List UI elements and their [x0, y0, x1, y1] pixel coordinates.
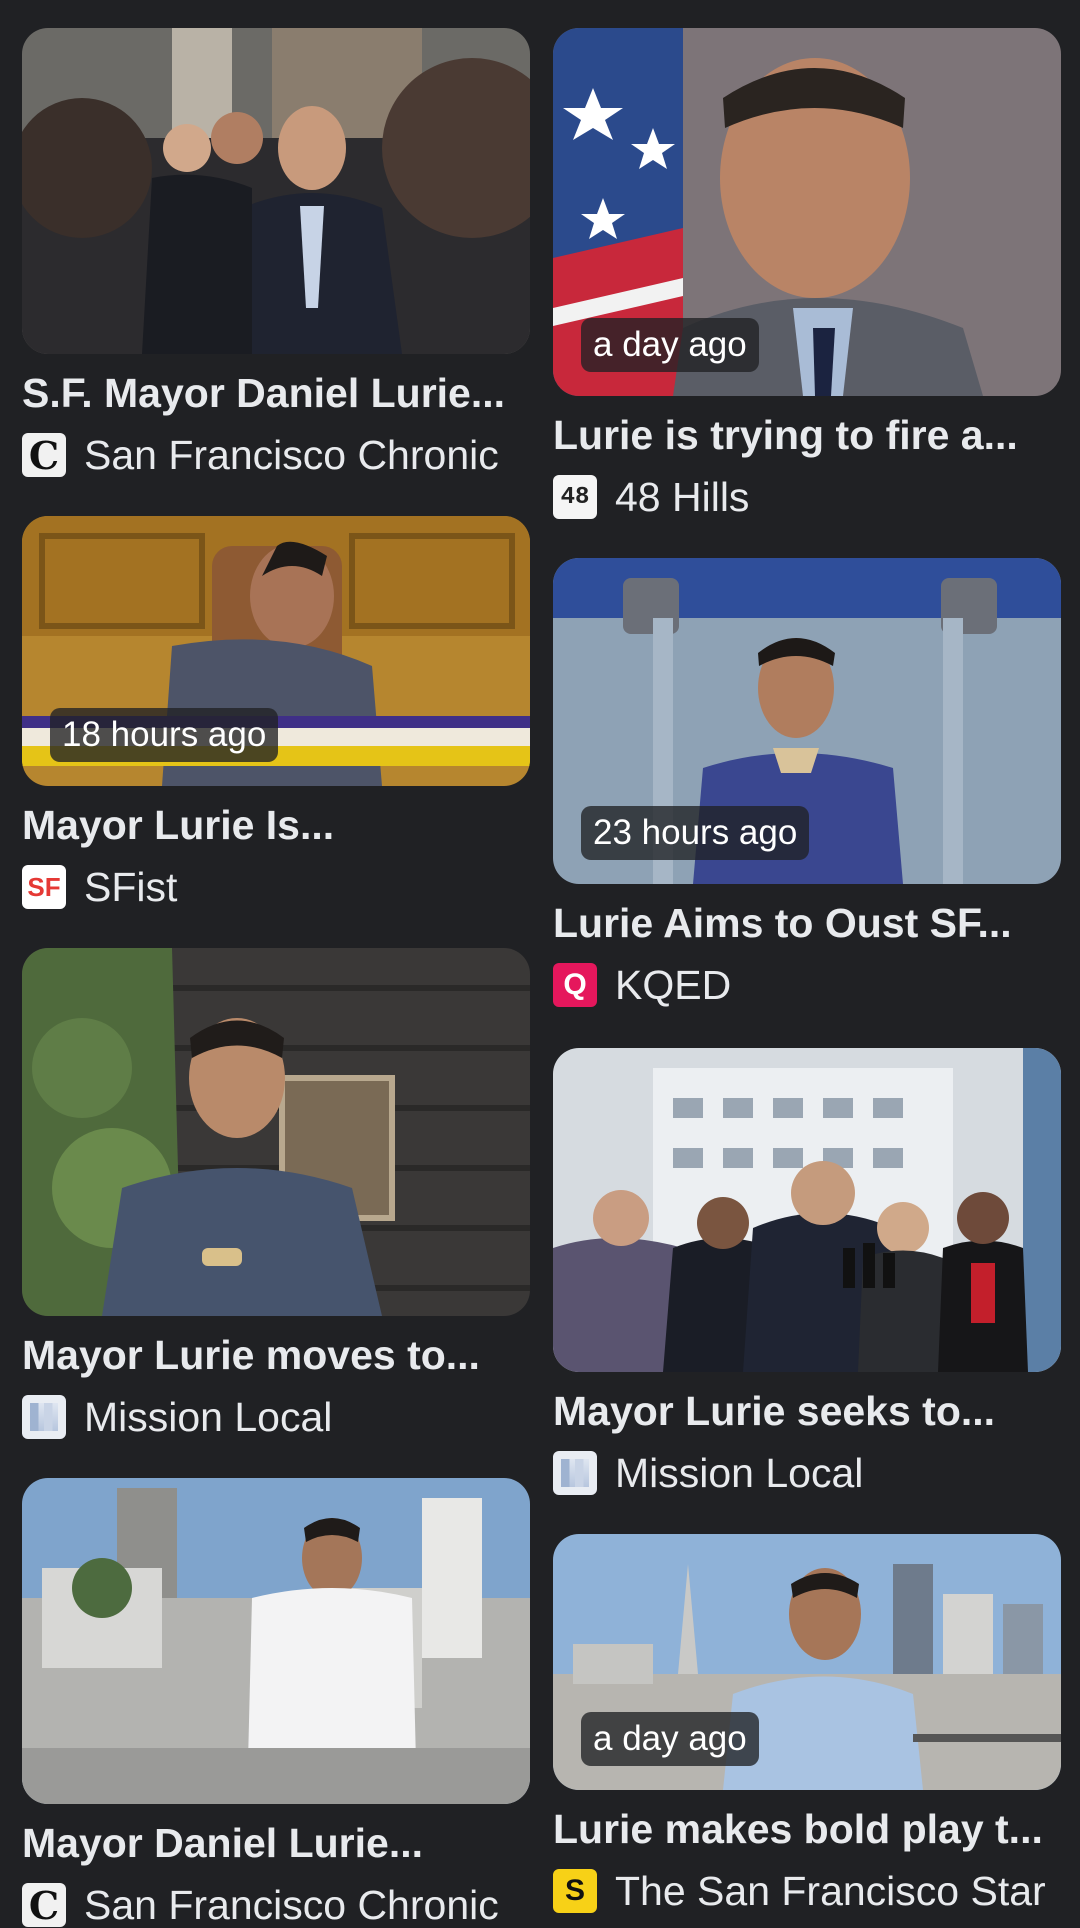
mission-local-favicon-icon [22, 1395, 66, 1439]
news-thumbnail[interactable]: a day ago [553, 1534, 1061, 1790]
source-name: 48 Hills [615, 474, 750, 520]
news-title[interactable]: Mayor Lurie Is... [22, 800, 532, 850]
time-badge: 18 hours ago [50, 708, 279, 762]
news-title[interactable]: Mayor Daniel Lurie... [22, 1818, 532, 1868]
press-conference-photo [553, 1048, 1061, 1372]
mission-local-logo-icon [30, 1403, 58, 1431]
news-card[interactable]: 18 hours ago Mayor Lurie Is... SF SFist [22, 516, 530, 912]
news-title[interactable]: Lurie Aims to Oust SF... [553, 898, 1063, 948]
news-source: Mission Local [553, 1448, 1063, 1498]
kqed-favicon-icon: Q [553, 963, 597, 1007]
news-card[interactable]: a day ago Lurie is trying to fire a... 4… [553, 28, 1061, 522]
news-thumbnail[interactable] [22, 948, 530, 1316]
source-name: SFist [84, 864, 178, 910]
sfist-favicon-icon: SF [22, 865, 66, 909]
news-thumbnail[interactable]: 18 hours ago [22, 516, 530, 786]
source-name: Mission Local [84, 1394, 333, 1440]
mission-local-favicon-icon [553, 1451, 597, 1495]
source-name: San Francisco Chronic [84, 1882, 499, 1928]
news-title[interactable]: Lurie is trying to fire a... [553, 410, 1063, 460]
news-image-grid: S.F. Mayor Daniel Lurie... C San Francis… [0, 0, 1080, 1928]
news-source: S The San Francisco Star [553, 1866, 1063, 1916]
source-name: The San Francisco Star [615, 1868, 1046, 1914]
news-title[interactable]: Mayor Lurie seeks to... [553, 1386, 1063, 1436]
news-thumbnail[interactable] [553, 1048, 1061, 1372]
source-name: San Francisco Chronic [84, 432, 499, 478]
news-card[interactable]: Mayor Lurie moves to... Mission Local [22, 948, 530, 1442]
news-card[interactable]: a day ago Lurie makes bold play t... S T… [553, 1534, 1061, 1916]
time-badge: 23 hours ago [581, 806, 810, 860]
source-name: KQED [615, 962, 732, 1008]
news-source: Mission Local [22, 1392, 532, 1442]
time-badge: a day ago [581, 318, 759, 372]
news-source: C San Francisco Chronic [22, 430, 532, 480]
time-badge: a day ago [581, 1712, 759, 1766]
news-card[interactable]: Mayor Lurie seeks to... Mission Local [553, 1048, 1061, 1498]
news-title[interactable]: Mayor Lurie moves to... [22, 1330, 532, 1380]
news-thumbnail[interactable] [22, 1478, 530, 1804]
sf-star-favicon-icon: S [553, 1869, 597, 1913]
news-card[interactable]: Mayor Daniel Lurie... C San Francisco Ch… [22, 1478, 530, 1928]
news-source: C San Francisco Chronic [22, 1880, 532, 1928]
48hills-favicon-icon: 48 [553, 475, 597, 519]
news-source: 48 48 Hills [553, 472, 1063, 522]
news-thumbnail[interactable]: a day ago [553, 28, 1061, 396]
news-thumbnail[interactable]: 23 hours ago [553, 558, 1061, 884]
chronicle-favicon-icon: C [22, 1883, 66, 1927]
mission-local-logo-icon [561, 1459, 589, 1487]
news-card[interactable]: 23 hours ago Lurie Aims to Oust SF... Q … [553, 558, 1061, 1010]
news-source: Q KQED [553, 960, 1063, 1010]
crowd-photo [22, 28, 530, 354]
portrait-photo [22, 1478, 530, 1804]
portrait-photo [22, 948, 530, 1316]
news-source: SF SFist [22, 862, 532, 912]
news-thumbnail[interactable] [22, 28, 530, 354]
news-title[interactable]: Lurie makes bold play t... [553, 1804, 1063, 1854]
source-name: Mission Local [615, 1450, 864, 1496]
news-card[interactable]: S.F. Mayor Daniel Lurie... C San Francis… [22, 28, 530, 480]
chronicle-favicon-icon: C [22, 433, 66, 477]
news-title[interactable]: S.F. Mayor Daniel Lurie... [22, 368, 532, 418]
